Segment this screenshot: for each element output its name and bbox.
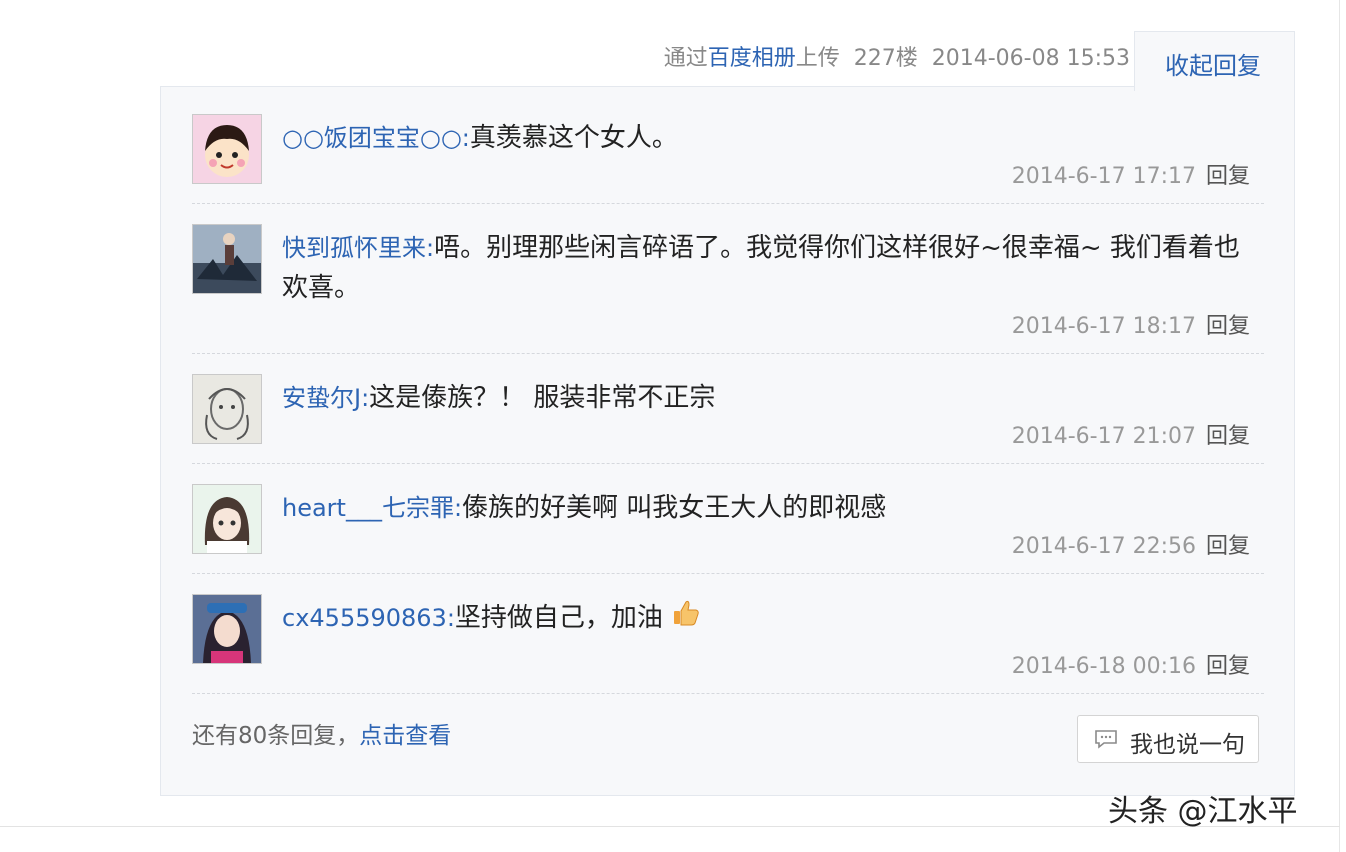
- comment-time: 2014-6-17 18:17: [1011, 314, 1196, 339]
- comment-meta: 2014-6-17 21:07 回复: [1012, 418, 1250, 450]
- comment-meta: 2014-6-17 17:17 回复: [1012, 158, 1250, 190]
- cartoon-girl-avatar[interactable]: [192, 114, 262, 184]
- view-more-link[interactable]: 点击查看: [359, 723, 451, 749]
- comment-body: 安蛰尔J:这是傣族？！ 服装非常不正宗: [282, 378, 1262, 418]
- collapse-replies-tab[interactable]: 收起回复: [1134, 31, 1295, 91]
- post-via: 通过: [663, 46, 708, 71]
- comment-item: cx455590863:坚持做自己，加油 2014-6-18 00:16 回复: [192, 594, 1264, 694]
- selfie-avatar[interactable]: [192, 594, 262, 664]
- comment-text: 坚持做自己，加油: [454, 603, 663, 633]
- sketch-avatar[interactable]: [192, 374, 262, 444]
- comment-bubble-icon: [1095, 730, 1117, 749]
- more-replies-count: 还有80条回复，: [192, 723, 360, 749]
- comment-body: 快到孤怀里来:唔。别理那些闲言碎语了。我觉得你们这样很好~很幸福~ 我们看着也欢…: [282, 228, 1262, 308]
- comment-item: 快到孤怀里来:唔。别理那些闲言碎语了。我觉得你们这样很好~很幸福~ 我们看着也欢…: [192, 224, 1264, 354]
- comment-body: heart___七宗罪:傣族的好美啊 叫我女王大人的即视感: [282, 488, 1262, 528]
- photo-avatar[interactable]: [192, 224, 262, 294]
- watermark: 头条 @江水平: [1108, 794, 1298, 829]
- comment-divider: [192, 463, 1264, 464]
- add-comment-label[interactable]: 我也说一句: [1130, 725, 1245, 759]
- comment-divider: [192, 203, 1264, 204]
- add-comment-button[interactable]: 我也说一句: [1077, 715, 1259, 763]
- comment-time: 2014-6-17 17:17: [1011, 164, 1196, 189]
- reply-link[interactable]: 回复: [1206, 424, 1250, 449]
- comment-username[interactable]: heart___七宗罪:: [282, 494, 462, 522]
- comment-body: ○○饭团宝宝○○:真羡慕这个女人。: [282, 118, 1262, 158]
- comment-text: 傣族的好美啊 叫我女王大人的即视感: [462, 493, 887, 523]
- comment-item: ○○饭团宝宝○○:真羡慕这个女人。 2014-6-17 17:17 回复: [192, 114, 1264, 204]
- comment-meta: 2014-6-18 00:16 回复: [1012, 648, 1250, 680]
- comment-time: 2014-6-17 22:56: [1011, 534, 1196, 559]
- anime-girl-avatar[interactable]: [192, 484, 262, 554]
- post-uploaded: 上传: [795, 46, 840, 71]
- post-source-link[interactable]: 百度相册: [708, 46, 796, 71]
- comment-body: cx455590863:坚持做自己，加油: [282, 598, 1262, 638]
- comment-meta: 2014-6-17 22:56 回复: [1012, 528, 1250, 560]
- collapse-replies-label[interactable]: 收起回复: [1165, 46, 1261, 81]
- comment-username[interactable]: ○○饭团宝宝○○:: [282, 124, 470, 152]
- comment-divider: [192, 353, 1264, 354]
- reply-link[interactable]: 回复: [1206, 164, 1250, 189]
- post-floor: 227楼: [853, 46, 918, 71]
- comment-divider: [192, 693, 1264, 694]
- comment-username[interactable]: 安蛰尔J:: [282, 384, 369, 412]
- comment-item: heart___七宗罪:傣族的好美啊 叫我女王大人的即视感 2014-6-17 …: [192, 484, 1264, 574]
- comment-divider: [192, 573, 1264, 574]
- reply-link[interactable]: 回复: [1206, 654, 1250, 679]
- thumbs-up-icon: [674, 600, 699, 626]
- comment-username[interactable]: 快到孤怀里来:: [282, 234, 434, 262]
- comment-time: 2014-6-17 21:07: [1011, 424, 1196, 449]
- right-border: [1339, 0, 1340, 852]
- comment-time: 2014-6-18 00:16: [1011, 654, 1196, 679]
- post-meta: 通过百度相册上传 227楼 2014-06-08 15:53: [600, 42, 1130, 76]
- comment-text: 真羡慕这个女人。: [469, 123, 678, 153]
- comment-text: 这是傣族？！ 服装非常不正宗: [369, 383, 716, 413]
- comment-item: 安蛰尔J:这是傣族？！ 服装非常不正宗 2014-6-17 21:07 回复: [192, 374, 1264, 464]
- comment-username[interactable]: cx455590863:: [282, 604, 455, 632]
- post-datetime: 2014-06-08 15:53: [931, 46, 1130, 71]
- reply-link[interactable]: 回复: [1206, 314, 1250, 339]
- reply-link[interactable]: 回复: [1206, 534, 1250, 559]
- comment-meta: 2014-6-17 18:17 回复: [1012, 308, 1250, 340]
- more-replies: 还有80条回复，点击查看: [192, 716, 451, 750]
